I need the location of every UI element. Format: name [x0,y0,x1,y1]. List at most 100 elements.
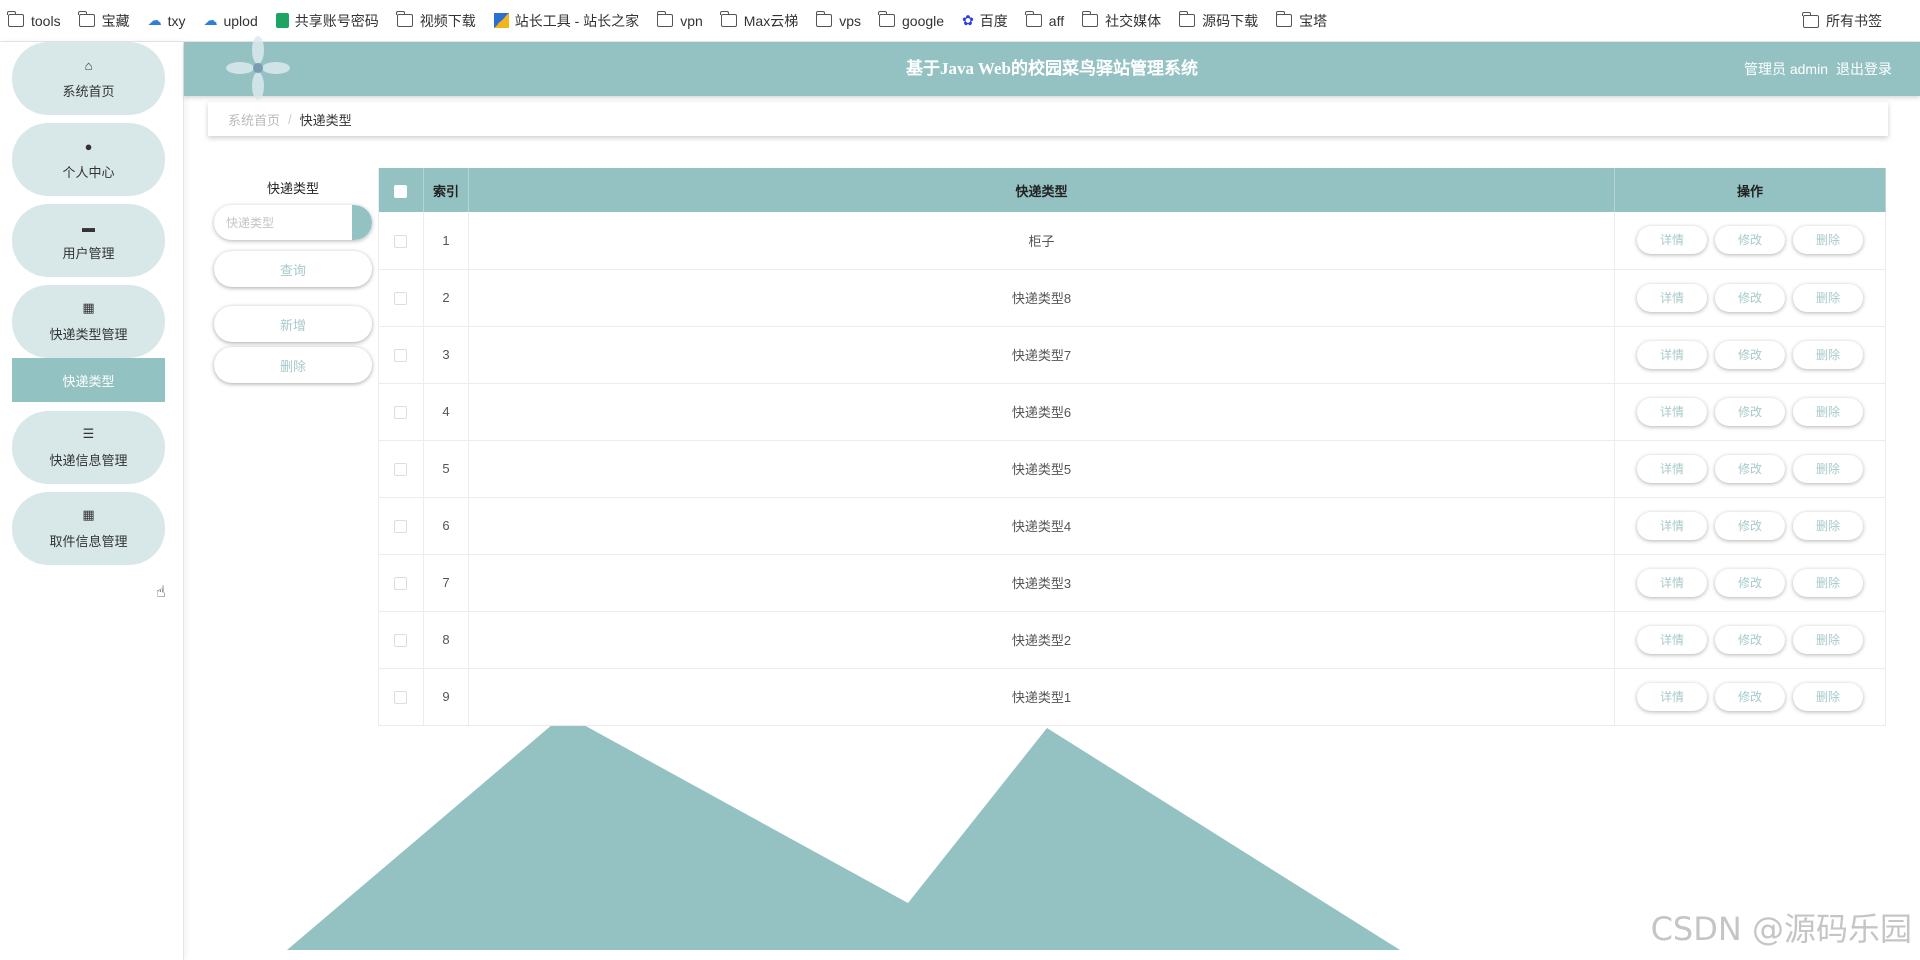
detail-button[interactable]: 详情 [1637,625,1708,654]
row-index: 3 [423,326,469,384]
grid-icon: ▦ [82,300,95,315]
grid-icon: ▦ [82,507,95,522]
row-select-cell [378,383,424,441]
table-row: 1 柜子 详情 修改 删除 [378,212,1886,270]
detail-button[interactable]: 详情 [1637,682,1708,711]
row-index: 5 [423,440,469,498]
row-index: 4 [423,383,469,441]
row-index: 7 [423,554,469,612]
row-express-type: 快递类型8 [468,269,1616,327]
breadcrumb-current: 快递类型 [299,112,352,128]
detail-button[interactable]: 详情 [1637,511,1708,540]
search-label: 快递类型 [266,181,319,196]
table-row: 7 快递类型3 详情 修改 删除 [378,554,1886,612]
row-select-cell [378,212,424,270]
table-row: 5 快递类型5 详情 修改 删除 [378,440,1886,498]
user-icon: ● [84,138,93,154]
add-button[interactable]: 新增 [214,306,372,342]
breadcrumb-separator: / [288,111,292,127]
edit-button[interactable]: 修改 [1715,511,1786,540]
search-input-wrapper [214,205,372,240]
row-delete-button[interactable]: 删除 [1793,226,1864,255]
row-checkbox[interactable] [394,349,408,363]
row-index: 1 [423,212,469,270]
hand-cursor-icon: ☝ [156,584,166,601]
sidebar-item-express-type-mgmt[interactable]: ▦ 快递类型管理 [12,285,165,358]
breadcrumb: 系统首页 / 快递类型 [208,102,1888,136]
edit-button[interactable]: 修改 [1715,625,1786,654]
row-operations: 详情 修改 删除 [1614,326,1886,384]
table-row: 3 快递类型7 详情 修改 删除 [378,326,1886,384]
system-title: 基于Java Web的校园菜鸟驿站管理系统 [905,59,1198,78]
row-delete-button[interactable]: 删除 [1793,397,1864,426]
express-type-table: 索引 快递类型 操作 1 柜子 详情 修改 删除 2 快递类型8 详情 修改 删除 3 快递类型7 详情… [378,168,1886,726]
edit-button[interactable]: 修改 [1715,283,1786,312]
row-express-type: 快递类型5 [468,440,1616,498]
row-checkbox[interactable] [394,577,408,591]
row-operations: 详情 修改 删除 [1614,497,1886,555]
row-select-cell [378,326,424,384]
row-express-type: 快递类型7 [468,326,1616,384]
detail-button[interactable]: 详情 [1637,226,1708,255]
row-operations: 详情 修改 删除 [1614,554,1886,612]
row-checkbox[interactable] [394,634,408,648]
sidebar-item-home[interactable]: ⌂ 系统首页 [12,42,165,115]
detail-button[interactable]: 详情 [1637,397,1708,426]
sidebar-item-profile[interactable]: ● 个人中心 [12,123,165,196]
delete-button[interactable]: 删除 [214,347,372,383]
row-delete-button[interactable]: 删除 [1793,568,1864,597]
detail-button[interactable]: 详情 [1637,568,1708,597]
row-index: 9 [423,668,469,726]
row-operations: 详情 修改 删除 [1614,269,1886,327]
row-checkbox[interactable] [394,691,408,705]
row-delete-button[interactable]: 删除 [1793,454,1864,483]
edit-button[interactable]: 修改 [1715,340,1786,369]
edit-button[interactable]: 修改 [1715,454,1786,483]
row-express-type: 快递类型2 [468,611,1616,669]
detail-button[interactable]: 详情 [1637,454,1708,483]
row-index: 6 [423,497,469,555]
edit-button[interactable]: 修改 [1715,568,1786,597]
breadcrumb-home[interactable]: 系统首页 [228,110,280,129]
select-all-checkbox[interactable] [394,184,408,198]
row-operations: 详情 修改 删除 [1614,668,1886,726]
header-operations: 操作 [1614,168,1886,212]
row-checkbox[interactable] [394,463,408,477]
row-delete-button[interactable]: 删除 [1793,283,1864,312]
list-icon: ☰ [82,426,95,441]
row-delete-button[interactable]: 删除 [1793,511,1864,540]
sidebar-item-users[interactable]: ▬ 用户管理 [12,204,165,277]
row-express-type: 快递类型6 [468,383,1616,441]
query-button[interactable]: 查询 [214,251,372,287]
row-delete-button[interactable]: 删除 [1793,625,1864,654]
row-delete-button[interactable]: 删除 [1793,340,1864,369]
row-checkbox[interactable] [394,292,408,306]
row-checkbox[interactable] [394,406,408,420]
row-operations: 详情 修改 删除 [1614,440,1886,498]
row-delete-button[interactable]: 删除 [1793,682,1864,711]
watermark: CSDN @源码乐园 [1650,910,1912,948]
table-body: 1 柜子 详情 修改 删除 2 快递类型8 详情 修改 删除 3 快递类型7 详情 修改 删除 4 快递类型6 详… [378,212,1886,726]
sidebar-item-pickup-info-mgmt[interactable]: ▦ 取件信息管理 [12,492,165,565]
sidebar-item-express-info-mgmt[interactable]: ☰ 快递信息管理 [12,411,165,484]
logout-link[interactable]: 退出登录 [1836,42,1892,96]
row-operations: 详情 修改 删除 [1614,212,1886,270]
row-select-cell [378,611,424,669]
detail-button[interactable]: 详情 [1637,283,1708,312]
sidebar-subitem-express-type[interactable]: 快递类型 [12,358,165,402]
edit-button[interactable]: 修改 [1715,226,1786,255]
row-checkbox[interactable] [394,520,408,534]
edit-button[interactable]: 修改 [1715,397,1786,426]
header-express-type: 快递类型 [468,168,1616,212]
edit-button[interactable]: 修改 [1715,682,1786,711]
detail-button[interactable]: 详情 [1637,340,1708,369]
search-input[interactable] [214,205,342,240]
sidebar: ⌂ 系统首页 ● 个人中心 ▬ 用户管理 ▦ 快递类型管理 快递类型 ☰ 快递信… [0,42,184,960]
row-select-cell [378,668,424,726]
table-row: 8 快递类型2 详情 修改 删除 [378,611,1886,669]
top-header: 基于Java Web的校园菜鸟驿站管理系统 管理员 admin 退出登录 [184,36,1920,100]
row-checkbox[interactable] [394,234,408,248]
row-select-cell [378,497,424,555]
table-row: 6 快递类型4 详情 修改 删除 [378,497,1886,555]
users-icon: ▬ [82,219,95,235]
